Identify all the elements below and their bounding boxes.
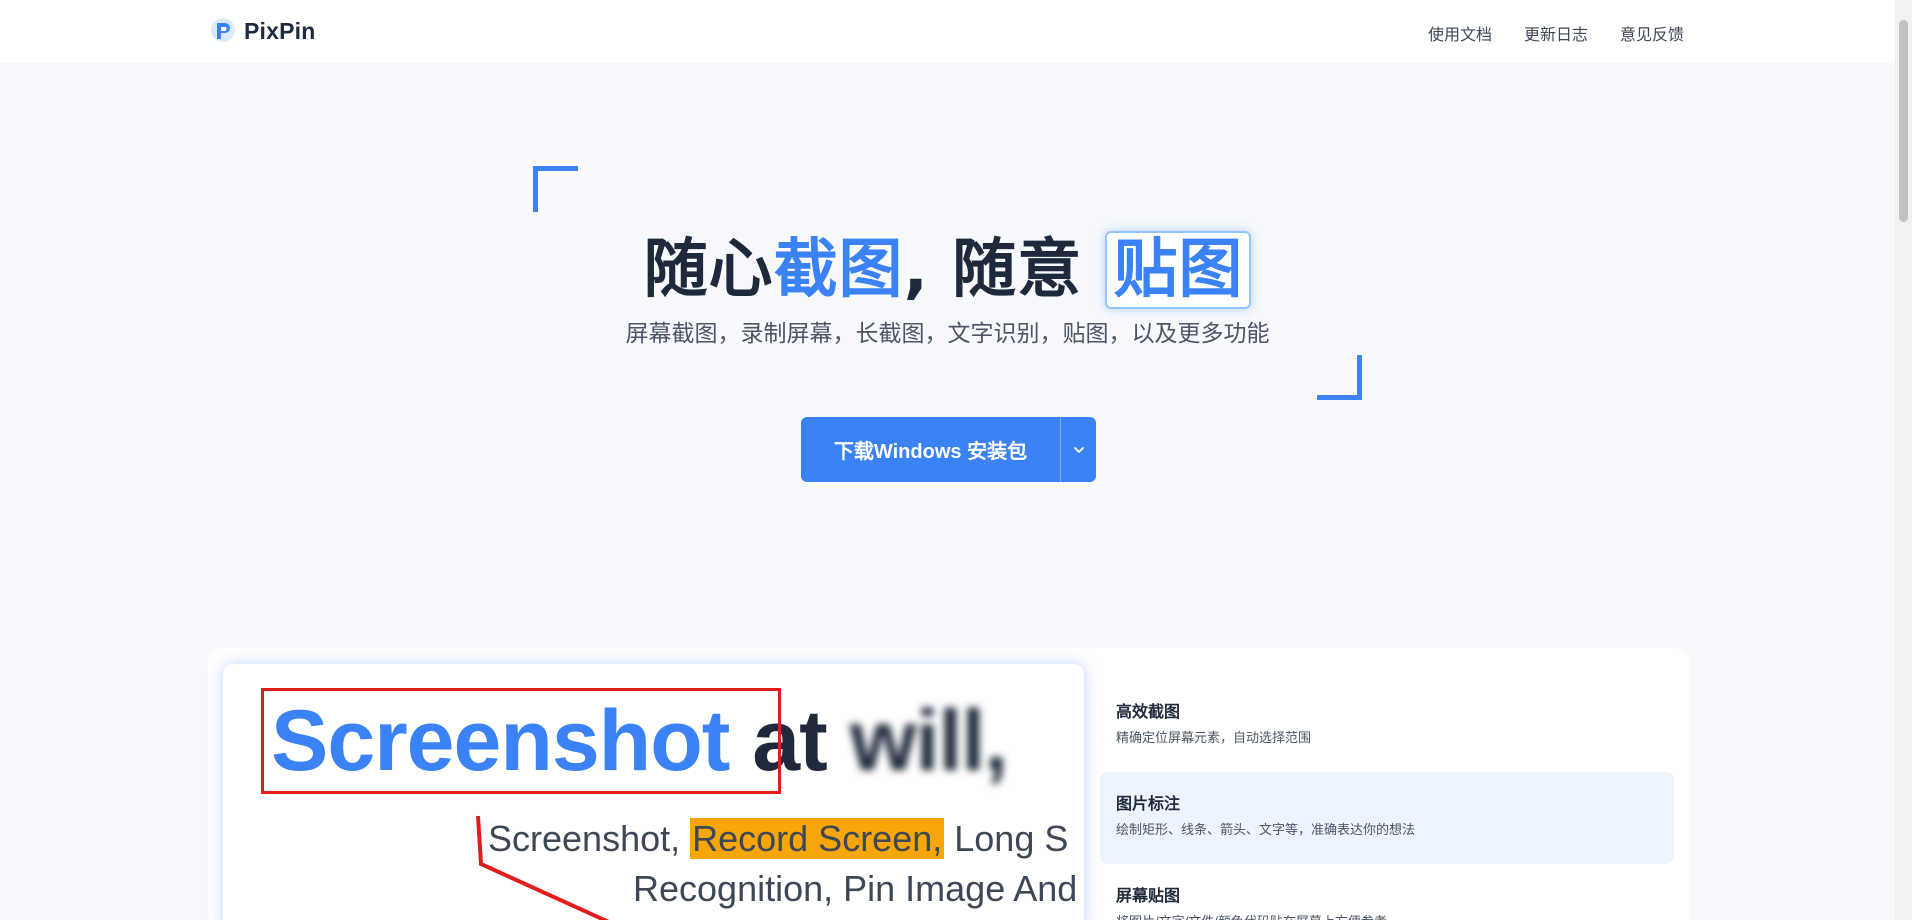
top-header: PixPin 使用文档 更新日志 意见反馈 [0, 0, 1895, 63]
feature-description: 精确定位屏幕元素，自动选择范围 [1116, 730, 1312, 745]
feature-item-annotation[interactable]: 图片标注 绘制矩形、线条、箭头、文字等，准确表达你的想法 [1100, 772, 1674, 864]
nav-docs-link[interactable]: 使用文档 [1428, 21, 1492, 45]
pixpin-logo-icon [208, 17, 236, 45]
download-button-group: 下载Windows 安装包 [801, 417, 1096, 482]
preview-line2-start: Screenshot, [488, 818, 691, 859]
feature-description: 绘制矩形、线条、箭头、文字等，准确表达你的想法 [1116, 822, 1416, 837]
feature-description: 将图片/文字/文件/颜色代码贴在屏幕上方便参考 [1116, 911, 1658, 920]
nav-changelog-link[interactable]: 更新日志 [1524, 21, 1588, 45]
top-nav: 使用文档 更新日志 意见反馈 [1428, 21, 1684, 45]
preview-line3: Recognition, Pin Image And [633, 868, 1078, 909]
hero-subtitle: 屏幕截图，录制屏幕，长截图，文字识别，贴图，以及更多功能 [625, 321, 1270, 347]
chevron-down-icon [1073, 446, 1084, 453]
download-options-dropdown[interactable] [1060, 417, 1096, 482]
feature-item-screenshot[interactable]: 高效截图 精确定位屏幕元素，自动选择范围 [1100, 680, 1674, 772]
hero-title-part2: 截图 [773, 233, 904, 307]
preview-highlighted-text: Record Screen, [690, 818, 945, 859]
brand-name: PixPin [244, 17, 316, 44]
annotation-rectangle [261, 688, 781, 794]
feature-item-pin[interactable]: 屏幕贴图 将图片/文字/文件/颜色代码贴在屏幕上方便参考 [1100, 864, 1674, 920]
brand[interactable]: PixPin [208, 17, 316, 45]
feature-preview: Screenshot at will, Screenshot, Record S… [223, 664, 1084, 920]
download-windows-button[interactable]: 下载Windows 安装包 [801, 417, 1060, 482]
preview-line2-end: Long S [944, 818, 1069, 859]
preview-line2: Screenshot, Record Screen, Long S [488, 818, 1068, 860]
page-scrollbar[interactable] [1895, 0, 1912, 920]
crop-corner-top-left [533, 166, 578, 212]
hero-title-part4: 贴图 [1105, 231, 1252, 309]
hero-title-part1: 随心 [643, 233, 774, 307]
feature-title: 高效截图 [1116, 704, 1181, 721]
preview-word-will-blurred: will, [849, 693, 1008, 789]
nav-feedback-link[interactable]: 意见反馈 [1620, 21, 1684, 45]
hero-title-part3: , 随意 [903, 233, 1083, 307]
hero-title: 随心截图, 随意 贴图 [0, 218, 1895, 310]
feature-list: 高效截图 精确定位屏幕元素，自动选择范围 图片标注 绘制矩形、线条、箭头、文字等… [1100, 680, 1674, 920]
feature-title: 图片标注 [1116, 796, 1181, 813]
crop-corner-bottom-right [1317, 355, 1362, 400]
feature-title: 屏幕贴图 [1116, 888, 1181, 905]
scrollbar-thumb[interactable] [1899, 20, 1908, 222]
